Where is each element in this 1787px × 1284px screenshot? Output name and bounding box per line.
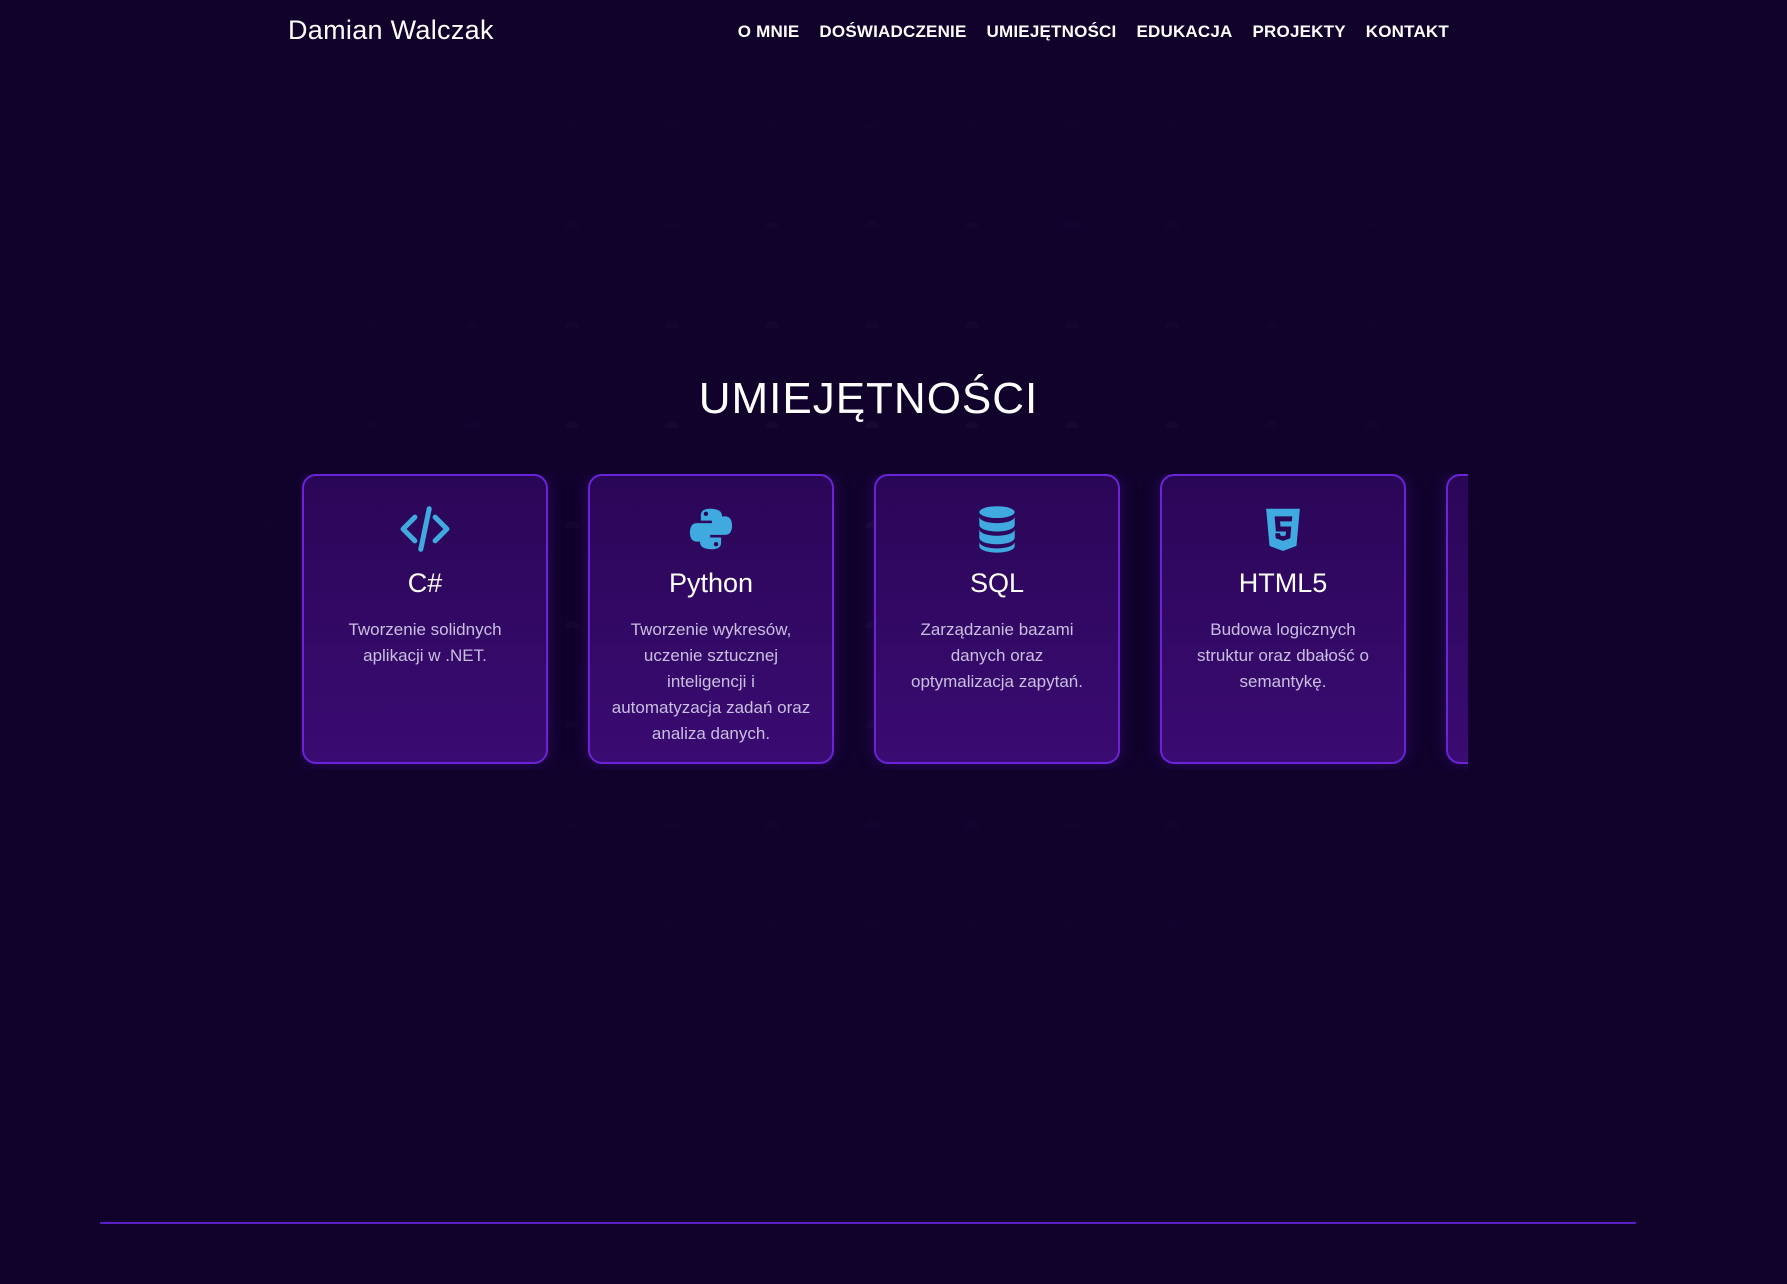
skills-carousel[interactable]: C# Tworzenie solidnych aplikacji w .NET.… bbox=[300, 474, 1468, 770]
skill-card-title: C# bbox=[407, 568, 443, 598]
skill-card-html5: HTML5 Budowa logicznych struktur oraz db… bbox=[1160, 474, 1406, 764]
python-icon bbox=[689, 508, 733, 550]
main-navigation: O MNIE DOŚWIADCZENIE UMIEJĘTNOŚCI EDUKAC… bbox=[738, 22, 1449, 42]
brand-logo-link[interactable]: Damian Walczak bbox=[288, 15, 494, 46]
skill-card-description: Tworzenie wykresów, uczenie sztucznej in… bbox=[611, 620, 811, 743]
skills-carousel-track: C# Tworzenie solidnych aplikacji w .NET.… bbox=[300, 474, 1468, 764]
code-icon bbox=[400, 506, 450, 552]
skill-card-python: Python Tworzenie wykresów, uczenie sztuc… bbox=[588, 474, 834, 764]
skill-card-title: HTML5 bbox=[1238, 568, 1328, 598]
nav-link-projekty[interactable]: PROJEKTY bbox=[1253, 22, 1346, 42]
skill-card-title: SQL bbox=[969, 568, 1025, 598]
page: Damian Walczak O MNIE DOŚWIADCZENIE UMIE… bbox=[0, 0, 1787, 1284]
nav-link-umiejetnosci[interactable]: UMIEJĘTNOŚCI bbox=[987, 22, 1117, 42]
section-divider-line bbox=[100, 1222, 1636, 1224]
database-icon bbox=[979, 506, 1015, 553]
skill-card-description: Zarządzanie bazami danych oraz optymaliz… bbox=[911, 620, 1083, 691]
skill-card-description: Tworzenie solidnych aplikacji w .NET. bbox=[348, 620, 502, 665]
skills-section-title: UMIEJĘTNOŚCI bbox=[698, 374, 1039, 423]
html5-icon bbox=[1266, 508, 1300, 551]
skill-card-title: Python bbox=[668, 568, 754, 598]
skill-card-partial bbox=[1446, 474, 1468, 764]
skill-card-description: Budowa logicznych struktur oraz dbałość … bbox=[1197, 620, 1369, 691]
nav-link-edukacja[interactable]: EDUKACJA bbox=[1136, 22, 1232, 42]
nav-link-o-mnie[interactable]: O MNIE bbox=[738, 22, 800, 42]
nav-link-kontakt[interactable]: KONTAKT bbox=[1366, 22, 1449, 42]
skill-card-sql: SQL Zarządzanie bazami danych oraz optym… bbox=[874, 474, 1120, 764]
top-navbar: Damian Walczak O MNIE DOŚWIADCZENIE UMIE… bbox=[0, 0, 1787, 68]
skill-card-csharp: C# Tworzenie solidnych aplikacji w .NET. bbox=[302, 474, 548, 764]
nav-link-doswiadczenie[interactable]: DOŚWIADCZENIE bbox=[819, 22, 966, 42]
